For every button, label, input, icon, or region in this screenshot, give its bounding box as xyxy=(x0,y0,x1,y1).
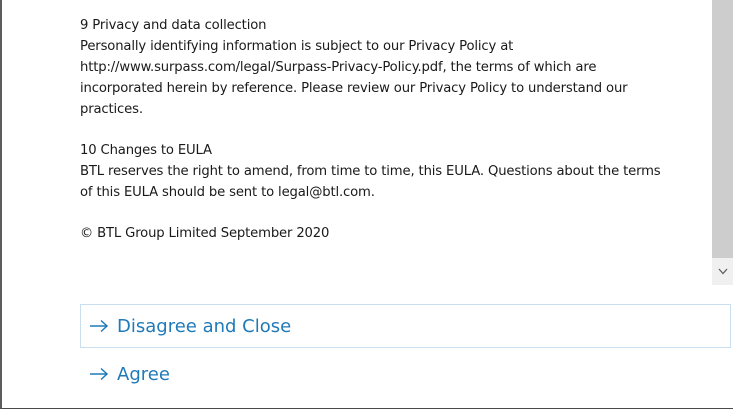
agree-button[interactable]: Agree xyxy=(80,352,731,396)
vertical-scrollbar[interactable] xyxy=(712,0,733,285)
eula-paragraph-line: practices. xyxy=(80,102,143,117)
agree-button-label: Agree xyxy=(117,363,170,385)
section-heading-privacy: 9 Privacy and data collection xyxy=(80,18,267,33)
chevron-down-icon xyxy=(718,268,728,275)
disagree-button-label: Disagree and Close xyxy=(117,315,292,337)
eula-paragraph-line: http://www.surpass.com/legal/Surpass-Pri… xyxy=(80,60,597,75)
arrow-right-icon xyxy=(89,319,109,333)
eula-paragraph-line: of this EULA should be sent to legal@btl… xyxy=(80,185,375,200)
eula-paragraph-line: incorporated herein by reference. Please… xyxy=(80,81,628,96)
eula-paragraph-line: Personally identifying information is su… xyxy=(80,39,514,54)
copyright-notice: © BTL Group Limited September 2020 xyxy=(80,226,330,241)
scrollbar-thumb[interactable] xyxy=(712,0,733,258)
eula-scroll-area[interactable]: 9 Privacy and data collection Personally… xyxy=(4,0,733,285)
eula-text: 9 Privacy and data collection Personally… xyxy=(80,15,720,244)
eula-dialog: 9 Privacy and data collection Personally… xyxy=(0,0,733,409)
scroll-down-button[interactable] xyxy=(712,262,733,280)
disagree-and-close-button[interactable]: Disagree and Close xyxy=(80,304,731,348)
eula-paragraph-line: BTL reserves the right to amend, from ti… xyxy=(80,164,661,179)
section-heading-changes: 10 Changes to EULA xyxy=(80,143,212,158)
arrow-right-icon xyxy=(89,367,109,381)
